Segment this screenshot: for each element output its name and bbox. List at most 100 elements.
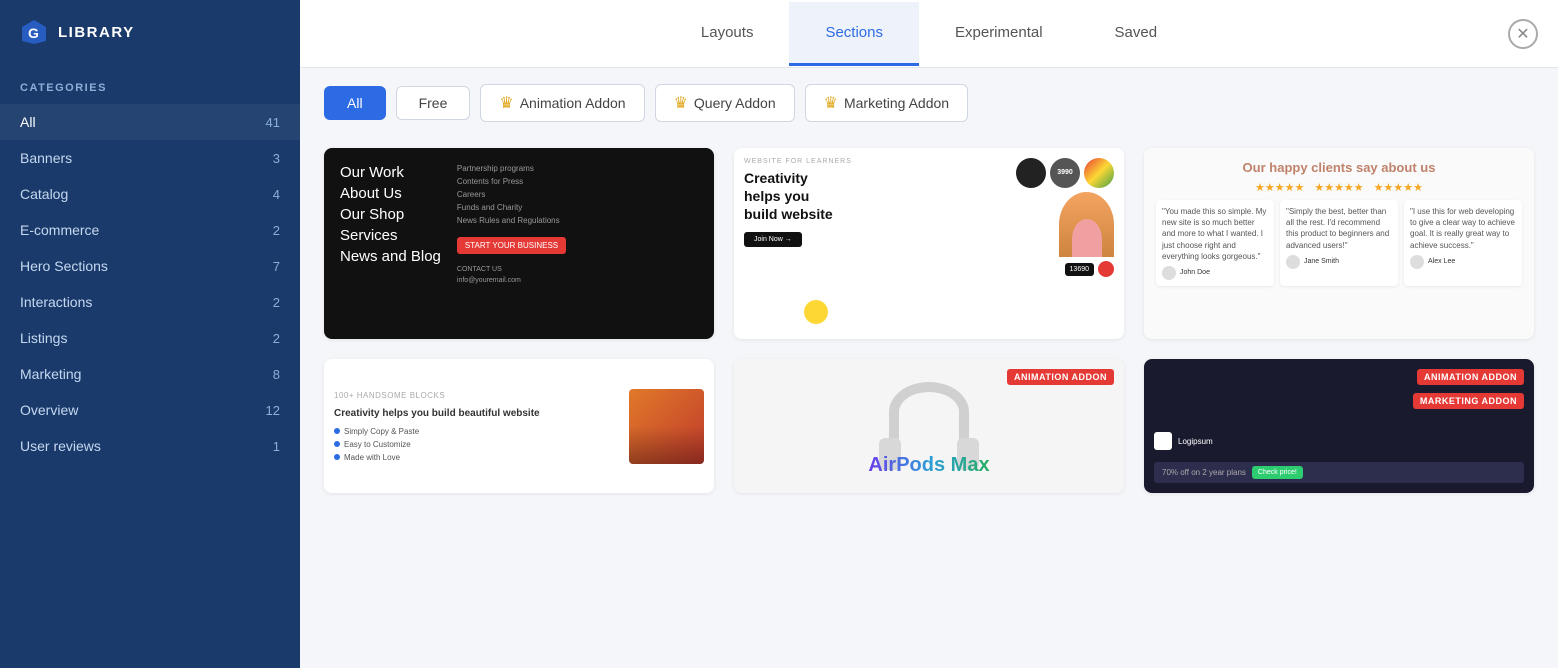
bauhaus-woman-photo	[1059, 192, 1114, 257]
tab-experimental[interactable]: Experimental	[919, 2, 1079, 66]
avatar-3	[1410, 255, 1424, 269]
card-elastic-scroll[interactable]: ANIMATION ADDON MARKETING ADDON Logipsum…	[1144, 359, 1534, 493]
promo-text: 70% off on 2 year plans	[1162, 468, 1246, 477]
crown-icon-animation: ♛	[499, 93, 513, 113]
info-img-overlay	[629, 426, 704, 464]
filter-bar: All Free ♛ Animation Addon ♛ Query Addon…	[300, 68, 1558, 138]
menu-item-4: Services	[340, 227, 441, 244]
start-business-btn: START YOUR BUSINESS	[457, 237, 566, 254]
yellow-circle-shape	[804, 300, 828, 324]
info-features-list: Simply Copy & Paste Easy to Customize Ma…	[334, 427, 619, 462]
website-for-label: WEBSITE FOR LEARNERS	[744, 158, 852, 165]
elastic-bottom-content: Logipsum 70% off on 2 year plans Check p…	[1154, 432, 1524, 483]
sidebar-item-hero-sections[interactable]: Hero Sections 7	[0, 248, 300, 284]
reviewer-1: John Doe	[1162, 266, 1268, 280]
contact-email: info@youremail.com	[457, 277, 566, 284]
card-preview-reviews: Our happy clients say about us ★★★★★ ★★★…	[1144, 148, 1534, 339]
brand-logo-icon: G	[20, 18, 48, 46]
reviewer-3: Alex Lee	[1410, 255, 1516, 269]
join-now-btn: Join Now →	[744, 232, 802, 247]
review-card-3: "I use this for web developing to give a…	[1404, 200, 1522, 286]
elastic-marketing-badge: MARKETING ADDON	[1413, 393, 1524, 409]
tab-saved[interactable]: Saved	[1079, 2, 1194, 66]
card-info-block[interactable]: 100+ HANDSOME BLOCKS Creativity helps yo…	[324, 359, 714, 493]
elastic-logo-icon	[1154, 432, 1172, 450]
card-airpods[interactable]: ANIMATION ADDON AirPods Max AirPods Para…	[734, 359, 1124, 493]
filter-marketing-addon[interactable]: ♛ Marketing Addon	[805, 84, 968, 122]
info-left: 100+ HANDSOME BLOCKS Creativity helps yo…	[334, 391, 619, 462]
info-image-area	[629, 389, 704, 464]
card-user-reviews[interactable]: Our happy clients say about us ★★★★★ ★★★…	[1144, 148, 1534, 339]
sidebar-item-catalog[interactable]: Catalog 4	[0, 176, 300, 212]
review-text-3: "I use this for web developing to give a…	[1410, 206, 1516, 251]
review-cards: "You made this so simple. My new site is…	[1156, 200, 1522, 286]
crown-icon-query: ♛	[674, 93, 688, 113]
sidebar-header: G LIBRARY	[0, 0, 300, 64]
menu-right-link-1: Partnership programs	[457, 164, 566, 173]
avatar-1	[1162, 266, 1176, 280]
feature-dot-2	[334, 441, 340, 447]
close-button[interactable]: ✕	[1508, 19, 1538, 49]
stars-right: ★★★★★	[1374, 181, 1423, 194]
filter-animation-addon[interactable]: ♛ Animation Addon	[480, 84, 644, 122]
bauhaus-heading: Creativity helps you build website	[744, 169, 844, 224]
menu-item-5: News and Blog	[340, 248, 441, 265]
review-text-1: "You made this so simple. My new site is…	[1162, 206, 1268, 262]
filter-free[interactable]: Free	[396, 86, 471, 120]
shape-members-badge: 3990	[1050, 158, 1080, 188]
reviewer-name-3: Alex Lee	[1428, 258, 1455, 265]
tab-sections[interactable]: Sections	[789, 2, 919, 66]
menu-list: Our Work About Us Our Shop Services News…	[340, 164, 441, 323]
menu-item-2: About Us	[340, 185, 441, 202]
elastic-animation-badge: ANIMATION ADDON	[1417, 369, 1524, 385]
stars-row: ★★★★★ ★★★★★ ★★★★★	[1156, 181, 1522, 194]
woman-head-shape	[1072, 219, 1102, 257]
categories-label: CATEGORIES	[0, 64, 300, 104]
bauhaus-shapes: 3990 13690	[1016, 158, 1114, 277]
content-grid-area: Our Work About Us Our Shop Services News…	[300, 138, 1558, 668]
members-number: 3990	[1057, 169, 1073, 177]
elastic-cta-button: Check price!	[1252, 466, 1303, 479]
cards-grid: Our Work About Us Our Shop Services News…	[324, 148, 1534, 493]
nav-tabs: Layouts Sections Experimental Saved	[320, 2, 1538, 66]
sidebar-item-user-reviews[interactable]: User reviews 1	[0, 428, 300, 464]
top-nav: Layouts Sections Experimental Saved ✕	[300, 0, 1558, 68]
card-hero-bauhaus[interactable]: WEBSITE FOR LEARNERS Creativity helps yo…	[734, 148, 1124, 339]
card-preview-info: 100+ HANDSOME BLOCKS Creativity helps yo…	[324, 359, 714, 493]
sidebar-item-interactions[interactable]: Interactions 2	[0, 284, 300, 320]
menu-item-1: Our Work	[340, 164, 441, 181]
headphone-arc	[889, 382, 969, 442]
menu-item-3: Our Shop	[340, 206, 441, 223]
sidebar-item-banners[interactable]: Banners 3	[0, 140, 300, 176]
feature-3: Made with Love	[334, 453, 619, 462]
crown-icon-marketing: ♛	[824, 93, 838, 113]
sidebar-item-marketing[interactable]: Marketing 8	[0, 356, 300, 392]
feature-dot-3	[334, 454, 340, 460]
sidebar-item-all[interactable]: All 41	[0, 104, 300, 140]
shape-black-circle	[1016, 158, 1046, 188]
card-preview-elastic: ANIMATION ADDON MARKETING ADDON Logipsum…	[1144, 359, 1534, 493]
avatar-2	[1286, 255, 1300, 269]
stars-mid: ★★★★★	[1314, 181, 1363, 194]
card-sliding-menu[interactable]: Our Work About Us Our Shop Services News…	[324, 148, 714, 339]
card-preview-airpods: ANIMATION ADDON AirPods Max	[734, 359, 1124, 493]
elastic-promo-bar: 70% off on 2 year plans Check price!	[1154, 462, 1524, 483]
review-text-2: "Simply the best, better than all the re…	[1286, 206, 1392, 251]
filter-query-addon[interactable]: ♛ Query Addon	[655, 84, 795, 122]
reviewer-name-1: John Doe	[1180, 269, 1210, 276]
filter-all[interactable]: All	[324, 86, 386, 120]
sidebar-item-overview[interactable]: Overview 12	[0, 392, 300, 428]
stars-left: ★★★★★	[1255, 181, 1304, 194]
sidebar-item-listings[interactable]: Listings 2	[0, 320, 300, 356]
svg-text:G: G	[28, 25, 39, 41]
sidebar-item-ecommerce[interactable]: E-commerce 2	[0, 212, 300, 248]
reviewer-2: Jane Smith	[1286, 255, 1392, 269]
shape-gradient-circle	[1084, 158, 1114, 188]
menu-right-link-2: Contents for Press	[457, 177, 566, 186]
contact-us-label: CONTACT US	[457, 266, 566, 273]
shape-row-2: 13690	[1065, 261, 1114, 277]
sidebar: G LIBRARY CATEGORIES All 41 Banners 3 Ca…	[0, 0, 300, 668]
tab-layouts[interactable]: Layouts	[665, 2, 790, 66]
menu-right-links: Partnership programs Contents for Press …	[457, 164, 566, 323]
review-card-1: "You made this so simple. My new site is…	[1156, 200, 1274, 286]
